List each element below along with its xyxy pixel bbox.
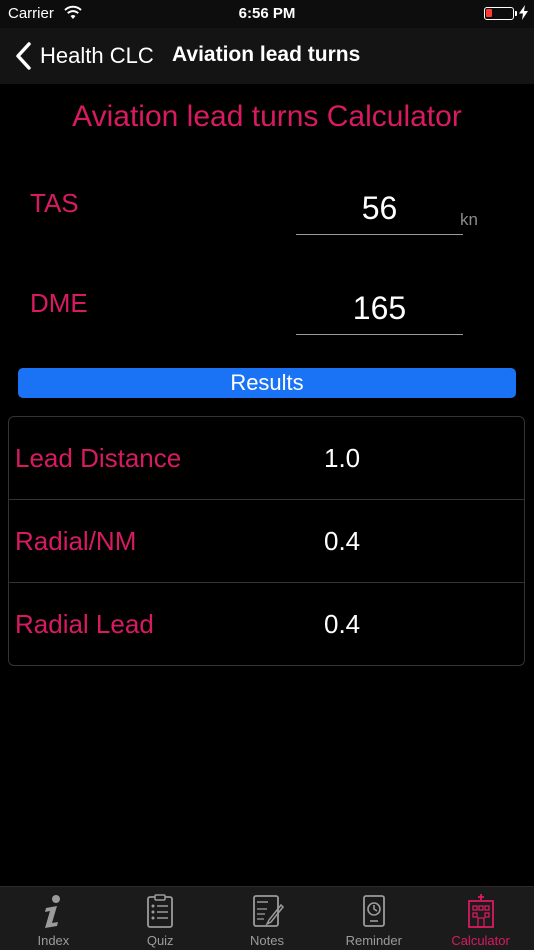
lead-distance-value: 1.0 [324,443,361,473]
tas-unit-label: kn [460,210,478,229]
status-time: 6:56 PM [238,5,296,22]
tab-calculator[interactable]: Calculator [427,887,534,950]
tab-quiz[interactable]: Quiz [107,887,214,950]
radial-nm-label: Radial/NM [15,526,137,556]
tab-notes[interactable]: Notes [214,887,321,950]
tab-quiz-label: Quiz [146,933,174,948]
nav-title: Aviation lead turns [172,43,361,66]
status-bar: Carrier 6:56 PM [0,0,534,28]
battery-tip [515,11,517,16]
dme-input[interactable] [296,283,463,335]
dme-label: DME [30,288,88,318]
tab-notes-label: Notes [250,933,284,948]
tab-bar: Index Quiz Notes Reminder Calculator [0,886,534,950]
charging-bolt-icon [519,5,528,20]
battery-icon [484,7,514,20]
results-button[interactable]: Results [18,368,516,398]
result-row-radial-nm: Radial/NM 0.4 [9,500,524,583]
lead-distance-label: Lead Distance [15,443,182,473]
back-button-label: Health CLC [40,43,154,68]
tab-calculator-label: Calculator [451,933,510,948]
radial-nm-value: 0.4 [324,526,361,556]
navigation-bar: Health CLC Aviation lead turns [0,28,534,84]
tab-reminder-label: Reminder [345,933,402,948]
chevron-left-icon [16,42,31,70]
radial-lead-value: 0.4 [324,609,361,639]
hospital-icon [467,894,494,928]
tas-input-row: TAS kn [0,170,534,240]
calculator-title: Aviation lead turns Calculator [72,100,462,133]
back-button[interactable]: Health CLC [14,39,154,73]
info-icon [45,895,61,928]
tab-index-label: Index [37,933,70,948]
notes-icon [253,895,284,927]
radial-lead-label: Radial Lead [15,609,154,639]
tas-label: TAS [30,188,79,218]
clock-device-icon [362,895,385,927]
clipboard-list-icon [147,894,174,928]
dme-input-row: DME [0,270,534,340]
result-row-lead-distance: Lead Distance 1.0 [9,417,524,500]
result-row-radial-lead: Radial Lead 0.4 [9,583,524,666]
tab-index[interactable]: Index [0,887,107,950]
tab-reminder[interactable]: Reminder [320,887,427,950]
tas-input[interactable] [296,183,463,235]
results-table: Lead Distance 1.0 Radial/NM 0.4 Radial L… [8,416,525,666]
